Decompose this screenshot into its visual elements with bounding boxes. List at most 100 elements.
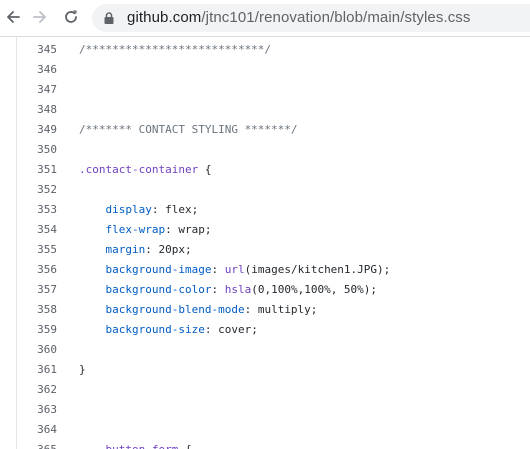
- code-line: 356 background-image: url(images/kitchen…: [0, 260, 530, 280]
- url-text: github.com/jtnc101/renovation/blob/main/…: [127, 9, 471, 27]
- line-number[interactable]: 357: [20, 280, 57, 300]
- code-line: 351 .contact-container {: [0, 160, 530, 180]
- line-number[interactable]: 354: [20, 220, 57, 240]
- code-token: button: [106, 443, 146, 449]
- line-number[interactable]: 360: [20, 340, 57, 360]
- line-number[interactable]: 352: [20, 180, 57, 200]
- code-line: 345 /***************************/: [0, 40, 530, 60]
- line-number[interactable]: 356: [20, 260, 57, 280]
- code-token: /******* CONTACT STYLING *******/: [79, 123, 298, 136]
- code-token: background-blend-mode: [105, 303, 245, 316]
- line-number[interactable]: 346: [20, 60, 57, 80]
- line-number[interactable]: 358: [20, 300, 57, 320]
- forward-button[interactable]: [27, 4, 53, 30]
- url-path: /jtnc101/renovation/blob/main/styles.css: [201, 9, 471, 26]
- code-token: {: [178, 443, 192, 449]
- code-token: : wrap;: [165, 223, 212, 236]
- line-number[interactable]: 355: [20, 240, 57, 260]
- code-token: : flex;: [151, 203, 199, 216]
- code-line: 353 display: flex;: [0, 200, 530, 220]
- back-button[interactable]: [0, 4, 26, 30]
- code-line: 363: [0, 400, 530, 420]
- line-number[interactable]: 345: [20, 40, 57, 60]
- code-token: margin: [105, 243, 146, 256]
- reload-icon: [65, 10, 77, 23]
- line-number[interactable]: 359: [20, 320, 57, 340]
- line-number[interactable]: 365: [20, 440, 57, 449]
- code-token: (0,100%,100%, 50%);: [251, 283, 378, 296]
- line-number[interactable]: 347: [20, 80, 57, 100]
- code-token: background-color: [105, 283, 212, 296]
- code-token: display: [105, 203, 152, 216]
- code-line: 354 flex-wrap: wrap;: [0, 220, 530, 240]
- code-line: 346: [0, 60, 530, 80]
- code-token: :: [211, 263, 225, 276]
- line-content: background-size: cover;: [79, 320, 258, 340]
- line-content: /***************************/: [79, 40, 271, 60]
- line-content: background-color: hsla(0,100%,100%, 50%)…: [79, 280, 378, 300]
- code-token: : cover;: [204, 323, 258, 336]
- url-host: github.com: [127, 9, 202, 26]
- reload-button[interactable]: [58, 4, 84, 30]
- code-line: 360: [0, 340, 530, 360]
- code-token: .contact-container: [79, 163, 199, 176]
- forward-arrow-icon: [33, 11, 46, 23]
- code-token: background-image: [105, 263, 212, 276]
- line-number[interactable]: 349: [20, 120, 57, 140]
- line-number[interactable]: 363: [20, 400, 57, 420]
- code-line: 358 background-blend-mode: multiply;: [0, 300, 530, 320]
- code-token: form: [152, 443, 179, 449]
- line-content: }: [79, 360, 86, 380]
- code-token: hsla: [224, 283, 252, 296]
- line-content: background-blend-mode: multiply;: [79, 300, 318, 320]
- code-line: 359 background-size: cover;: [0, 320, 530, 340]
- code-token: (images/kitchen1.JPG);: [244, 263, 391, 276]
- line-content: margin: 20px;: [79, 240, 192, 260]
- back-arrow-icon: [7, 11, 20, 23]
- line-number[interactable]: 361: [20, 360, 57, 380]
- code-line: 364: [0, 420, 530, 440]
- address-bar[interactable]: github.com/jtnc101/renovation/blob/main/…: [92, 4, 530, 32]
- code-line: 357 background-color: hsla(0,100%,100%, …: [0, 280, 530, 300]
- line-content: button form {: [79, 440, 192, 449]
- line-content: display: flex;: [79, 200, 199, 220]
- code-token: /***************************/: [79, 43, 272, 56]
- line-number[interactable]: 350: [20, 140, 57, 160]
- code-line: 349 /******* CONTACT STYLING *******/: [0, 120, 530, 140]
- line-number[interactable]: 351: [20, 160, 57, 180]
- line-number[interactable]: 362: [20, 380, 57, 400]
- code-view: 345/***************************/346 347 34…: [0, 37, 530, 449]
- code-line: 361}: [0, 360, 530, 380]
- code-line: 350: [0, 140, 530, 160]
- code-token: : multiply;: [244, 303, 318, 316]
- line-content: .contact-container {: [79, 160, 211, 180]
- code-line: 347: [0, 80, 530, 100]
- code-line: 355 margin: 20px;: [0, 240, 530, 260]
- line-content: flex-wrap: wrap;: [79, 220, 212, 240]
- line-number[interactable]: 364: [20, 420, 57, 440]
- code-line: 362: [0, 380, 530, 400]
- line-content: /******* CONTACT STYLING *******/: [79, 120, 298, 140]
- line-content: background-image: url(images/kitchen1.JP…: [79, 260, 391, 280]
- code-token: : 20px;: [145, 243, 192, 256]
- code-token: {: [198, 163, 212, 176]
- line-number[interactable]: 353: [20, 200, 57, 220]
- browser-toolbar: github.com/jtnc101/renovation/blob/main/…: [0, 0, 530, 37]
- code-token: url: [224, 263, 245, 276]
- code-token: :: [211, 283, 225, 296]
- code-token: flex-wrap: [105, 223, 166, 236]
- code-token: background-size: [105, 323, 205, 336]
- lock-icon: [104, 12, 114, 24]
- code-token: }: [79, 363, 86, 376]
- code-line: 365 button form {: [0, 440, 530, 449]
- line-number[interactable]: 348: [20, 100, 57, 120]
